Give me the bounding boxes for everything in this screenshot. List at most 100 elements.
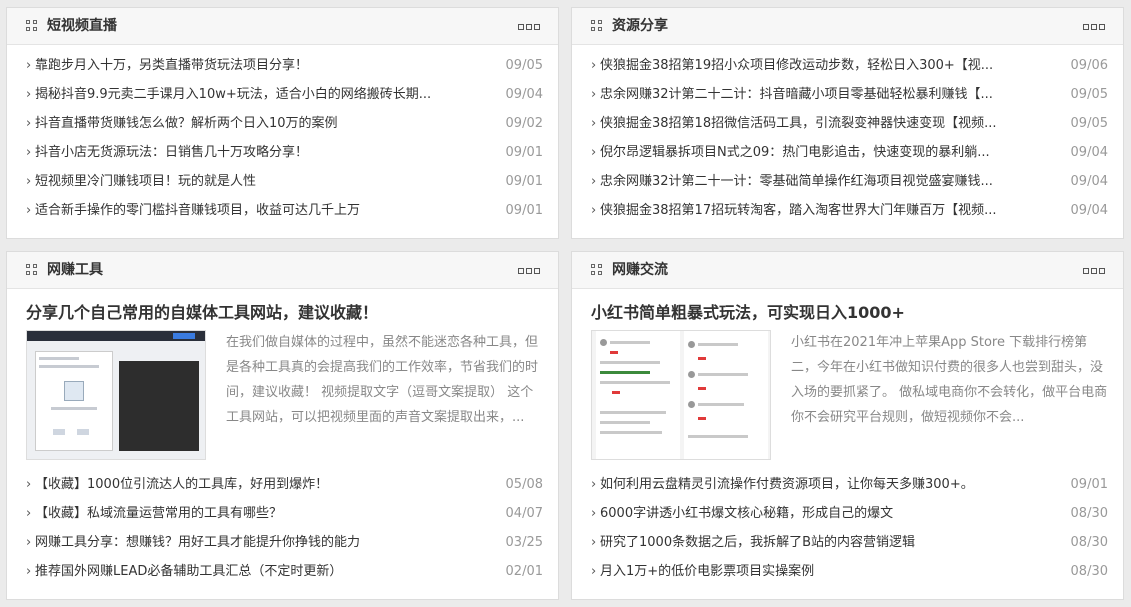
article-link[interactable]: 忠余网赚32计第二十二计：抖音暗藏小项目零基础轻松暴利赚钱【...	[600, 80, 1038, 109]
chevron-right-icon: ›	[26, 87, 32, 102]
more-icon[interactable]	[1083, 24, 1105, 30]
list-item[interactable]: › 如何利用云盘精灵引流操作付费资源项目，让你每天多赚300+。 09/01	[591, 470, 1108, 499]
article-link[interactable]: 【收藏】1000位引流达人的工具库，好用到爆炸！	[35, 470, 473, 499]
featured-article-title[interactable]: 分享几个自己常用的自媒体工具网站，建议收藏！	[26, 299, 378, 323]
panel-resource-share: 资源分享 › 侠狼掘金38招第19招小众项目修改运动步数，轻松日入300+【视..…	[571, 7, 1124, 239]
article-date: 09/05	[1070, 116, 1108, 131]
article-link[interactable]: 短视频里冷门赚钱项目！玩的就是人性	[35, 167, 473, 196]
panel-header: 资源分享	[572, 8, 1123, 45]
list-item[interactable]: › 【收藏】1000位引流达人的工具库，好用到爆炸！ 05/08	[26, 470, 543, 499]
chevron-right-icon: ›	[591, 87, 597, 102]
chevron-right-icon: ›	[591, 535, 597, 550]
article-list: › 侠狼掘金38招第19招小众项目修改运动步数，轻松日入300+【视... 09/0…	[572, 51, 1123, 225]
chevron-right-icon: ›	[26, 506, 32, 521]
panel-title: 短视频直播	[47, 18, 117, 34]
article-date: 09/01	[505, 203, 543, 218]
article-list: › 【收藏】1000位引流达人的工具库，好用到爆炸！ 05/08 › 【收藏】私域流量运…	[26, 470, 543, 586]
article-link[interactable]: 6000字讲透小红书爆文核心秘籍，形成自己的爆文	[600, 499, 1038, 528]
article-link[interactable]: 侠狼掘金38招第18招微信活码工具，引流裂变神器快速变现【视频...	[600, 109, 1038, 138]
article-link[interactable]: 倪尔昂逻辑暴拆项目N式之09：热门电影追击，快速变现的暴利躺...	[600, 138, 1038, 167]
article-date: 09/04	[1070, 174, 1108, 189]
list-item[interactable]: › 抖音小店无货源玩法：日销售几十万攻略分享！ 09/01	[26, 138, 543, 167]
article-link[interactable]: 推荐国外网赚LEAD必备辅助工具汇总（不定时更新）	[35, 557, 473, 586]
more-icon[interactable]	[1083, 268, 1105, 274]
chevron-right-icon: ›	[26, 535, 32, 550]
article-list: › 靠跑步月入十万，另类直播带货玩法项目分享！ 09/05 › 揭秘抖音9.9元卖二手课…	[7, 51, 558, 225]
list-item[interactable]: › 6000字讲透小红书爆文核心秘籍，形成自己的爆文 08/30	[591, 499, 1108, 528]
grid-icon	[26, 264, 38, 276]
featured-article-summary: 在我们做自媒体的过程中，虽然不能迷恋各种工具，但是各种工具真的会提高我们的工作效…	[226, 335, 539, 425]
grid-icon	[591, 20, 603, 32]
article-date: 09/01	[505, 174, 543, 189]
panel-title: 资源分享	[612, 18, 668, 34]
list-item[interactable]: › 适合新手操作的零门槛抖音赚钱项目，收益可达几千上万 09/01	[26, 196, 543, 225]
article-link[interactable]: 网赚工具分享：想赚钱？用好工具才能提升你挣钱的能力	[35, 528, 473, 557]
article-date: 09/04	[1070, 203, 1108, 218]
list-item[interactable]: › 侠狼掘金38招第19招小众项目修改运动步数，轻松日入300+【视... 09/0…	[591, 51, 1108, 80]
panel-title: 网赚工具	[47, 262, 103, 278]
featured-article-summary: 小红书在2021年冲上苹果App Store 下载排行榜第二，今年在小红书做知识…	[791, 335, 1108, 425]
more-icon[interactable]	[518, 268, 540, 274]
article-date: 09/05	[1070, 87, 1108, 102]
chevron-right-icon: ›	[591, 203, 597, 218]
list-item[interactable]: › 短视频里冷门赚钱项目！玩的就是人性 09/01	[26, 167, 543, 196]
article-link[interactable]: 抖音小店无货源玩法：日销售几十万攻略分享！	[35, 138, 473, 167]
chevron-right-icon: ›	[26, 174, 32, 189]
list-item[interactable]: › 研究了1000条数据之后，我拆解了B站的内容营销逻辑 08/30	[591, 528, 1108, 557]
list-item[interactable]: › 网赚工具分享：想赚钱？用好工具才能提升你挣钱的能力 03/25	[26, 528, 543, 557]
list-item[interactable]: › 侠狼掘金38招第17招玩转淘客，踏入淘客世界大门年赚百万【视频... 09/04	[591, 196, 1108, 225]
list-item[interactable]: › 侠狼掘金38招第18招微信活码工具，引流裂变神器快速变现【视频... 09/05	[591, 109, 1108, 138]
featured-thumbnail[interactable]	[26, 330, 206, 460]
article-date: 04/07	[505, 506, 543, 521]
list-item[interactable]: › 靠跑步月入十万，另类直播带货玩法项目分享！ 09/05	[26, 51, 543, 80]
list-item[interactable]: › 抖音直播带货赚钱怎么做？解析两个日入10万的案例 09/02	[26, 109, 543, 138]
chevron-right-icon: ›	[591, 145, 597, 160]
panel-header: 网赚工具	[7, 252, 558, 289]
article-date: 02/01	[505, 564, 543, 579]
more-icon[interactable]	[518, 24, 540, 30]
panel-header: 短视频直播	[7, 8, 558, 45]
list-item[interactable]: › 【收藏】私域流量运营常用的工具有哪些？ 04/07	[26, 499, 543, 528]
chevron-right-icon: ›	[591, 506, 597, 521]
article-link[interactable]: 如何利用云盘精灵引流操作付费资源项目，让你每天多赚300+。	[600, 470, 1038, 499]
article-date: 09/04	[1070, 145, 1108, 160]
list-item[interactable]: › 忠余网赚32计第二十一计：零基础简单操作红海项目视觉盛宴赚钱... 09/04	[591, 167, 1108, 196]
panel-web-tools: 网赚工具 分享几个自己常用的自媒体工具网站，建议收藏！ 在我们做自媒体的过程中，…	[6, 251, 559, 600]
article-date: 08/30	[1070, 564, 1108, 579]
article-link[interactable]: 侠狼掘金38招第17招玩转淘客，踏入淘客世界大门年赚百万【视频...	[600, 196, 1038, 225]
article-link[interactable]: 忠余网赚32计第二十一计：零基础简单操作红海项目视觉盛宴赚钱...	[600, 167, 1038, 196]
panel-web-exchange: 网赚交流 小红书简单粗暴式玩法，可实现日入1000+ 小红书在2021年冲上苹果…	[571, 251, 1124, 600]
list-item[interactable]: › 揭秘抖音9.9元卖二手课月入10w+玩法，适合小白的网络搬砖长期... 09/0…	[26, 80, 543, 109]
article-link[interactable]: 靠跑步月入十万，另类直播带货玩法项目分享！	[35, 51, 473, 80]
list-item[interactable]: › 倪尔昂逻辑暴拆项目N式之09：热门电影追击，快速变现的暴利躺... 09/04	[591, 138, 1108, 167]
chevron-right-icon: ›	[26, 477, 32, 492]
article-link[interactable]: 侠狼掘金38招第19招小众项目修改运动步数，轻松日入300+【视...	[600, 51, 1038, 80]
article-link[interactable]: 适合新手操作的零门槛抖音赚钱项目，收益可达几千上万	[35, 196, 473, 225]
article-date: 09/05	[505, 58, 543, 73]
list-item[interactable]: › 推荐国外网赚LEAD必备辅助工具汇总（不定时更新） 02/01	[26, 557, 543, 586]
list-item[interactable]: › 忠余网赚32计第二十二计：抖音暗藏小项目零基础轻松暴利赚钱【... 09/05	[591, 80, 1108, 109]
article-link[interactable]: 月入1万+的低价电影票项目实操案例	[600, 557, 1038, 586]
panel-header: 网赚交流	[572, 252, 1123, 289]
article-date: 09/06	[1070, 58, 1108, 73]
chevron-right-icon: ›	[591, 174, 597, 189]
article-link[interactable]: 【收藏】私域流量运营常用的工具有哪些？	[35, 499, 473, 528]
article-date: 09/01	[505, 145, 543, 160]
chevron-right-icon: ›	[26, 203, 32, 218]
chevron-right-icon: ›	[26, 564, 32, 579]
article-date: 08/30	[1070, 506, 1108, 521]
featured-article-title[interactable]: 小红书简单粗暴式玩法，可实现日入1000+	[591, 299, 905, 323]
article-link[interactable]: 抖音直播带货赚钱怎么做？解析两个日入10万的案例	[35, 109, 473, 138]
featured-thumbnail[interactable]	[591, 330, 771, 460]
article-date: 05/08	[505, 477, 543, 492]
article-link[interactable]: 研究了1000条数据之后，我拆解了B站的内容营销逻辑	[600, 528, 1038, 557]
article-date: 03/25	[505, 535, 543, 550]
article-link[interactable]: 揭秘抖音9.9元卖二手课月入10w+玩法，适合小白的网络搬砖长期...	[35, 80, 473, 109]
article-date: 09/02	[505, 116, 543, 131]
chevron-right-icon: ›	[591, 58, 597, 73]
chevron-right-icon: ›	[26, 116, 32, 131]
article-list: › 如何利用云盘精灵引流操作付费资源项目，让你每天多赚300+。 09/01 › 600…	[591, 470, 1108, 586]
list-item[interactable]: › 月入1万+的低价电影票项目实操案例 08/30	[591, 557, 1108, 586]
panel-title: 网赚交流	[612, 262, 668, 278]
grid-icon	[26, 20, 38, 32]
